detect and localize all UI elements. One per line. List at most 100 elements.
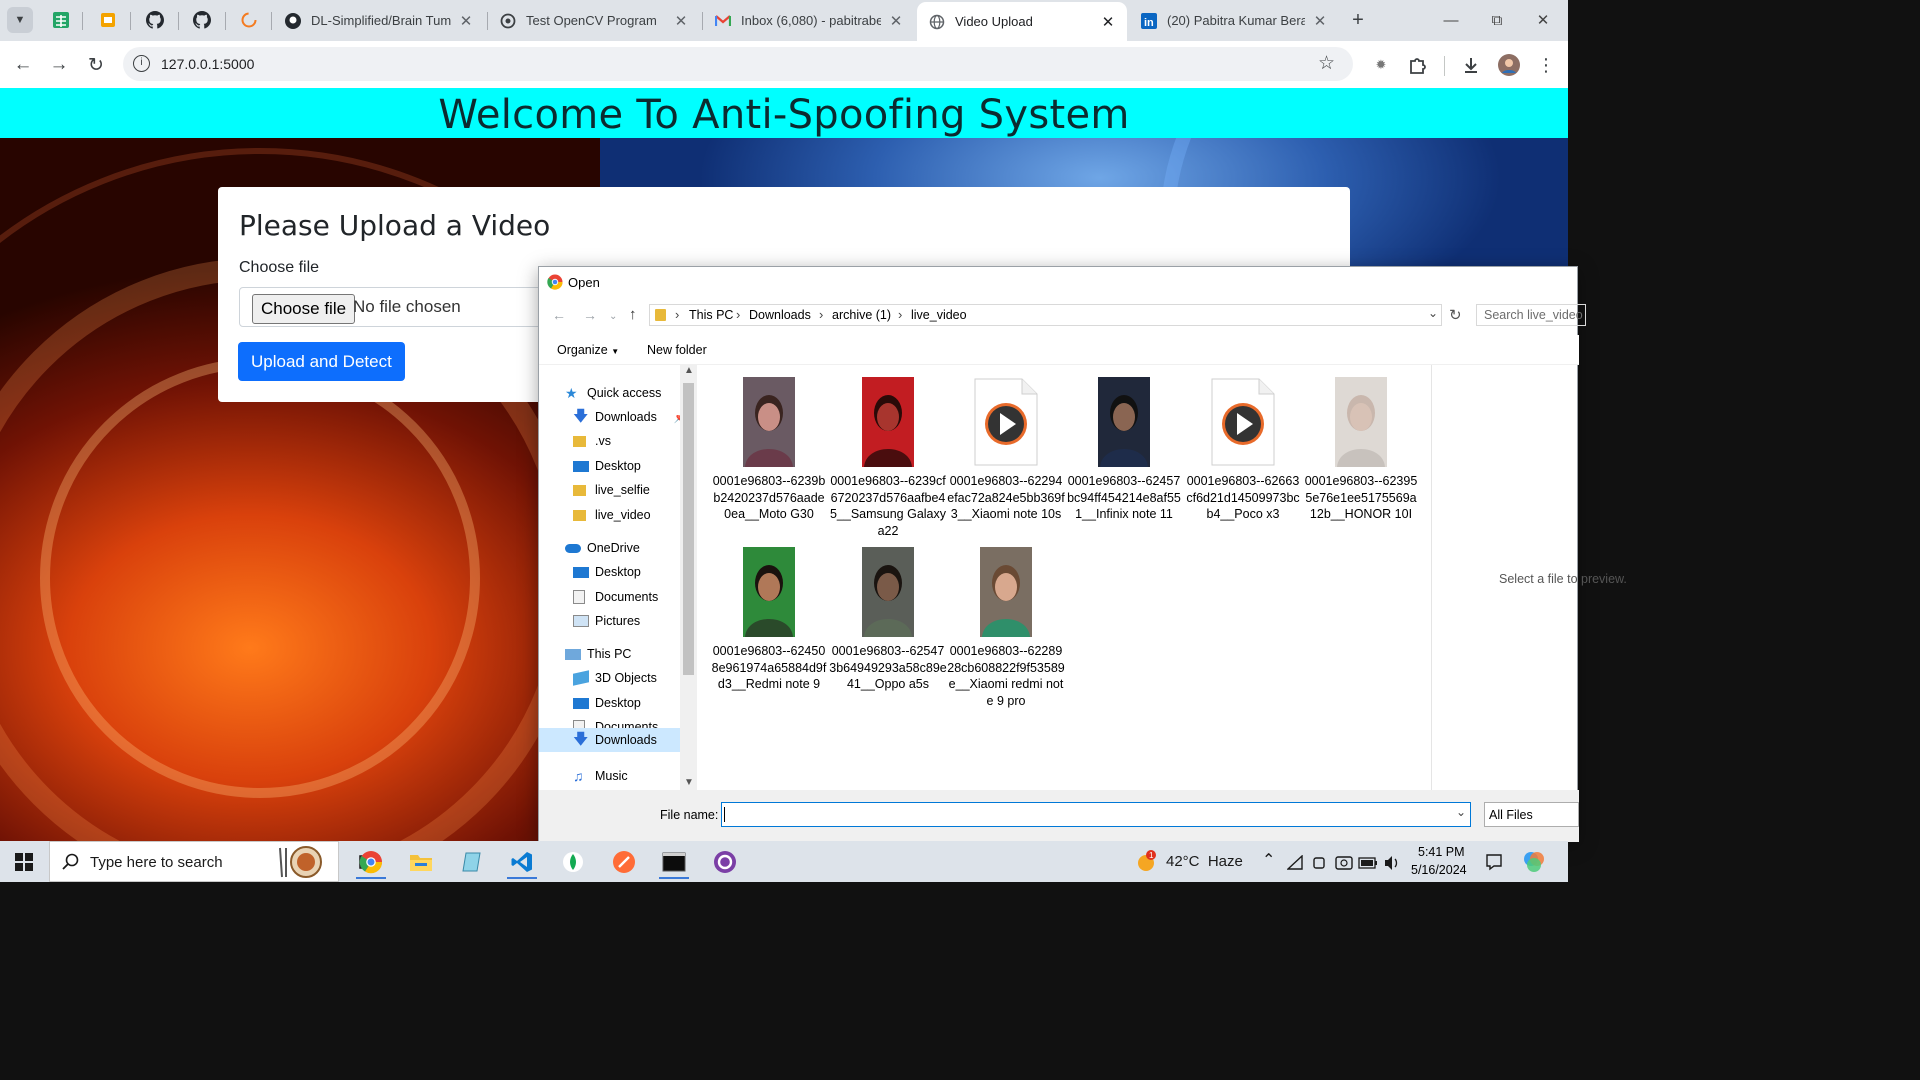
taskbar-postman[interactable] [603, 845, 645, 879]
address-dropdown-icon[interactable]: ⌄ [1428, 306, 1438, 320]
breadcrumb-live-video[interactable]: live_video [911, 308, 967, 322]
nav-quick-access[interactable]: ★ Quick access [565, 381, 661, 405]
copilot-icon[interactable] [1522, 850, 1546, 874]
volume-icon[interactable] [1383, 855, 1401, 871]
file-type-filter[interactable]: All Files [1484, 802, 1579, 827]
url-text[interactable]: 127.0.0.1:5000 [161, 56, 254, 72]
scroll-down-icon[interactable]: ▼ [684, 777, 694, 788]
nav-quick-live-selfie[interactable]: live_selfie [573, 478, 650, 502]
reload-button[interactable]: ↻ [82, 51, 110, 79]
organize-menu[interactable]: Organize ▼ [557, 343, 619, 357]
taskbar-search-box[interactable]: Type here to search [49, 841, 339, 882]
notification-icon[interactable] [1485, 853, 1503, 871]
restore-button[interactable]: ⧉ [1482, 8, 1512, 32]
close-icon[interactable]: ✕ [457, 12, 475, 30]
clock-time[interactable]: 5:41 PM [1418, 845, 1465, 859]
file-item[interactable]: 0001e96803--62294efac72a824e5bb369f3__Xi… [947, 377, 1065, 523]
site-info-icon[interactable]: i [133, 55, 150, 72]
extensions-button[interactable] [1404, 52, 1430, 78]
clock-date[interactable]: 5/16/2024 [1411, 863, 1467, 877]
battery-icon[interactable] [1358, 857, 1378, 869]
taskbar-terminal[interactable] [653, 845, 695, 879]
close-icon[interactable]: ✕ [1311, 12, 1329, 30]
dialog-search-box[interactable]: Search live_video [1476, 304, 1586, 326]
profile-avatar[interactable] [1496, 52, 1522, 78]
new-folder-button[interactable]: New folder [647, 343, 707, 357]
taskbar-mongodb[interactable] [552, 845, 594, 879]
tab-search-button[interactable]: ▼ [7, 7, 33, 33]
back-button[interactable]: ← [9, 51, 37, 79]
tab-test-opencv[interactable]: Test OpenCV Program ✕ [488, 0, 700, 41]
nav-label: Music [595, 769, 628, 783]
taskbar-vscode[interactable] [501, 845, 543, 879]
taskbar-file-explorer[interactable] [400, 845, 442, 879]
close-window-button[interactable]: ✕ [1528, 8, 1558, 32]
nav-quick-downloads[interactable]: 🡇Downloads 📌 [573, 405, 688, 429]
tab-github-brain-tumor[interactable]: DL-Simplified/Brain Tumo ✕ [273, 0, 485, 41]
nav-quick-vs[interactable]: .vs [573, 429, 611, 453]
navigation-scrollbar[interactable]: ▲ ▼ [680, 365, 697, 790]
forward-button[interactable]: → [45, 51, 73, 79]
breadcrumb-downloads[interactable]: Downloads [749, 308, 811, 322]
pinned-tab-sheets[interactable] [49, 8, 73, 32]
up-folder-button[interactable]: ↑ [629, 306, 637, 323]
extension-loading-icon[interactable]: ✹ [1368, 52, 1394, 78]
choose-file-button[interactable]: Choose file [252, 294, 356, 324]
scroll-up-icon[interactable]: ▲ [684, 365, 694, 376]
pinned-tab-slides[interactable] [96, 8, 120, 32]
nav-quick-live-video[interactable]: live_video [573, 503, 651, 527]
network-icon[interactable] [1287, 855, 1305, 871]
pinned-tab-github-1[interactable] [143, 8, 167, 32]
dialog-address-bar[interactable]: › This PC › Downloads › archive (1) › li… [649, 304, 1442, 326]
tab-video-upload[interactable]: Video Upload ✕ [917, 2, 1127, 41]
recent-locations-button[interactable]: ⌄ [609, 311, 617, 322]
pinned-tab-github-2[interactable] [190, 8, 214, 32]
nav-pc-desktop[interactable]: Desktop [573, 691, 641, 715]
file-item[interactable]: 0001e96803--623955e76e1ee5175569a12b__HO… [1302, 377, 1420, 523]
file-item[interactable]: 0001e96803--62457bc94ff454214e8af551__In… [1065, 377, 1183, 523]
minimize-button[interactable]: — [1436, 8, 1466, 32]
refresh-icon[interactable]: ↻ [1449, 306, 1462, 324]
new-tab-button[interactable]: + [1345, 7, 1371, 33]
file-name-input[interactable]: ⌄ [721, 802, 1471, 827]
file-item[interactable]: 0001e96803--6239cf6720237d576aafbe45__Sa… [829, 377, 947, 539]
nav-quick-desktop[interactable]: Desktop [573, 454, 641, 478]
tab-gmail-inbox[interactable]: Inbox (6,080) - pabitraber ✕ [703, 0, 915, 41]
dialog-forward-button[interactable]: → [583, 307, 597, 323]
breadcrumb-this-pc[interactable]: This PC [689, 308, 733, 322]
file-item[interactable]: 0001e96803--62663cf6d21d14509973bcb4__Po… [1184, 377, 1302, 523]
nav-onedrive-pictures[interactable]: Pictures [573, 609, 640, 633]
nav-this-pc[interactable]: This PC [565, 642, 631, 666]
meet-now-icon[interactable] [1312, 855, 1328, 871]
file-item[interactable]: 0001e96803--6239bb2420237d576aade0ea__Mo… [710, 377, 828, 523]
close-icon[interactable]: ✕ [672, 12, 690, 30]
close-icon[interactable]: ✕ [887, 12, 905, 30]
chevron-up-icon[interactable]: ⌃ [1262, 850, 1275, 870]
browser-menu-button[interactable]: ⋮ [1533, 52, 1559, 78]
nav-onedrive[interactable]: OneDrive [565, 536, 640, 560]
nav-pc-music[interactable]: ♫ Music [573, 764, 628, 788]
nav-pc-downloads[interactable]: 🡇 Downloads [539, 728, 680, 752]
address-bar[interactable]: i 127.0.0.1:5000 ☆ [123, 47, 1353, 81]
nav-pc-3d-objects[interactable]: 3D Objects [573, 666, 657, 690]
nav-onedrive-documents[interactable]: Documents [573, 585, 658, 609]
chevron-down-icon[interactable]: ⌄ [1456, 805, 1466, 819]
webcam-icon[interactable] [1335, 855, 1353, 871]
start-button[interactable] [15, 853, 33, 874]
file-item[interactable]: 0001e96803--6228928cb608822f9f53589e__Xi… [947, 547, 1065, 709]
taskbar-github-desktop[interactable] [704, 845, 746, 879]
close-icon[interactable]: ✕ [1099, 13, 1117, 31]
taskbar-notepad[interactable] [451, 845, 493, 879]
tab-linkedin[interactable]: in (20) Pabitra Kumar Bera | L ✕ [1129, 0, 1339, 41]
upload-and-detect-button[interactable]: Upload and Detect [238, 342, 405, 381]
pinned-tab-loading[interactable] [237, 8, 261, 32]
breadcrumb-archive[interactable]: archive (1) [832, 308, 891, 322]
file-item[interactable]: 0001e96803--625473b64949293a58c89e41__Op… [829, 547, 947, 693]
taskbar-chrome[interactable] [350, 845, 392, 879]
bookmark-star-icon[interactable]: ☆ [1318, 52, 1335, 75]
scrollbar-thumb[interactable] [683, 383, 694, 675]
downloads-button[interactable] [1458, 52, 1484, 78]
dialog-back-button[interactable]: ← [552, 307, 566, 323]
nav-onedrive-desktop[interactable]: Desktop [573, 560, 641, 584]
file-item[interactable]: 0001e96803--624508e961974a65884d9fd3__Re… [710, 547, 828, 693]
